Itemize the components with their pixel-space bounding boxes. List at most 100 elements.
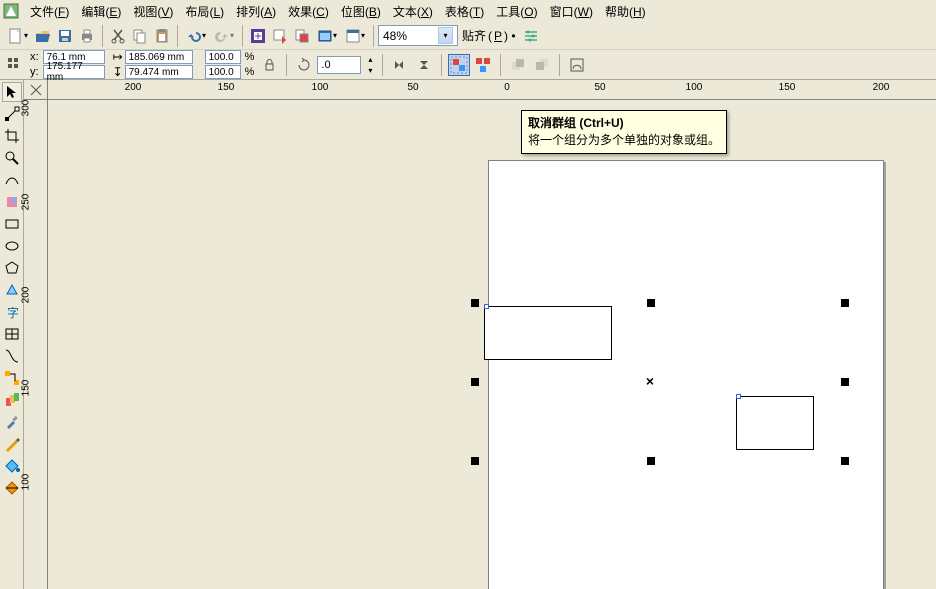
menu-help[interactable]: 帮助(H) xyxy=(599,0,652,23)
selection-handle[interactable] xyxy=(471,299,479,307)
toolbox: 字 xyxy=(0,80,24,589)
ruler-tick: 100 xyxy=(21,472,32,492)
fill-tool[interactable] xyxy=(2,456,22,476)
interactive-fill-tool[interactable] xyxy=(2,478,22,498)
selection-handle[interactable] xyxy=(647,457,655,465)
selection-handle[interactable] xyxy=(647,299,655,307)
selection-handle[interactable] xyxy=(841,457,849,465)
rectangle-shape[interactable] xyxy=(484,306,612,360)
publish-button[interactable] xyxy=(291,25,313,47)
drawing-canvas[interactable]: × xyxy=(48,100,936,589)
snap-to-menu[interactable]: 贴齐(P) • xyxy=(458,27,520,44)
to-back-button[interactable] xyxy=(531,54,553,76)
redo-button[interactable]: ▾ xyxy=(210,25,238,47)
rectangle-shape[interactable] xyxy=(736,396,814,450)
ruler-tick: 50 xyxy=(594,82,605,93)
mirror-horizontal-button[interactable] xyxy=(389,54,411,76)
to-front-button[interactable] xyxy=(507,54,529,76)
menu-layout[interactable]: 布局(L) xyxy=(179,0,230,23)
options-button[interactable] xyxy=(520,25,542,47)
app-launcher-button[interactable]: ▾ xyxy=(313,25,341,47)
menu-view[interactable]: 视图(V) xyxy=(127,0,179,23)
object-origin-marker xyxy=(484,304,489,309)
horizontal-ruler[interactable]: 20015010050050100150200 xyxy=(48,80,936,100)
save-button[interactable] xyxy=(54,25,76,47)
vertical-ruler[interactable]: 300250200150100 xyxy=(24,100,48,589)
selection-handle[interactable] xyxy=(841,299,849,307)
selection-handle[interactable] xyxy=(471,378,479,386)
menu-file[interactable]: 文件(F) xyxy=(24,0,75,23)
cut-button[interactable] xyxy=(107,25,129,47)
workspace: 20015010050050100150200 300250200150100 … xyxy=(24,80,936,589)
text-tool[interactable]: 字 xyxy=(2,302,22,322)
table-tool[interactable] xyxy=(2,324,22,344)
standard-toolbar: ▾ ▾ ▾ ▾ ▾ 48% ▾ 贴齐(P) • xyxy=(0,22,936,50)
svg-text:字: 字 xyxy=(7,305,19,320)
connector-tool[interactable] xyxy=(2,368,22,388)
ruler-origin[interactable] xyxy=(24,80,48,100)
outline-tool[interactable] xyxy=(2,434,22,454)
height-icon: ↧ xyxy=(113,65,123,79)
rectangle-tool[interactable] xyxy=(2,214,22,234)
pick-tool[interactable] xyxy=(2,82,22,102)
eyedropper-tool[interactable] xyxy=(2,412,22,432)
tooltip: 取消群组 (Ctrl+U) 将一个组分为多个单独的对象或组。 xyxy=(521,110,727,154)
open-button[interactable] xyxy=(32,25,54,47)
basic-shapes-tool[interactable] xyxy=(2,280,22,300)
menu-tools[interactable]: 工具(O) xyxy=(490,0,543,23)
width-icon: ↦ xyxy=(113,50,123,64)
selection-center[interactable]: × xyxy=(646,373,654,389)
zoom-level-select[interactable]: 48% ▾ xyxy=(378,25,458,46)
import-button[interactable] xyxy=(247,25,269,47)
freehand-tool[interactable] xyxy=(2,170,22,190)
ellipse-tool[interactable] xyxy=(2,236,22,256)
selection-handle[interactable] xyxy=(841,378,849,386)
ungroup-all-button[interactable] xyxy=(472,54,494,76)
menu-effects[interactable]: 效果(C) xyxy=(282,0,335,23)
tooltip-title: 取消群组 (Ctrl+U) xyxy=(528,115,720,132)
undo-button[interactable]: ▾ xyxy=(182,25,210,47)
width-input[interactable]: 185.069 mm xyxy=(125,50,193,64)
menu-bitmap[interactable]: 位图(B) xyxy=(335,0,387,23)
smart-fill-tool[interactable] xyxy=(2,192,22,212)
ruler-tick: 150 xyxy=(218,82,235,93)
y-label: y: xyxy=(28,66,41,78)
menu-text[interactable]: 文本(X) xyxy=(387,0,439,23)
new-button[interactable]: ▾ xyxy=(4,25,32,47)
rotation-spin-up[interactable]: ▴ xyxy=(364,54,376,64)
selection-handle[interactable] xyxy=(471,457,479,465)
app-logo xyxy=(2,2,20,20)
export-button[interactable] xyxy=(269,25,291,47)
convert-to-curves-button[interactable] xyxy=(566,54,588,76)
menu-edit[interactable]: 编辑(E) xyxy=(75,0,127,23)
y-position-input[interactable]: 175.177 mm xyxy=(43,65,105,79)
menu-table[interactable]: 表格(T) xyxy=(439,0,490,23)
height-input[interactable]: 79.474 mm xyxy=(125,65,193,79)
menu-window[interactable]: 窗口(W) xyxy=(544,0,599,23)
dimension-tool[interactable] xyxy=(2,346,22,366)
copy-button[interactable] xyxy=(129,25,151,47)
property-bar: x:76.1 mm y:175.177 mm ↦185.069 mm ↧79.4… xyxy=(0,50,936,80)
zoom-tool[interactable] xyxy=(2,148,22,168)
scale-y-input[interactable]: 100.0 xyxy=(205,65,241,79)
rotation-icon xyxy=(293,54,315,76)
menu-arrange[interactable]: 排列(A) xyxy=(230,0,282,23)
shape-tool[interactable] xyxy=(2,104,22,124)
rotation-input[interactable]: .0 xyxy=(317,56,361,74)
interactive-blend-tool[interactable] xyxy=(2,390,22,410)
welcome-screen-button[interactable]: ▾ xyxy=(341,25,369,47)
mirror-vertical-button[interactable] xyxy=(413,54,435,76)
ruler-tick: 250 xyxy=(21,192,32,212)
lock-ratio-button[interactable] xyxy=(258,54,280,76)
object-origin-marker xyxy=(736,394,741,399)
polygon-tool[interactable] xyxy=(2,258,22,278)
scale-x-input[interactable]: 100.0 xyxy=(205,50,241,64)
crop-tool[interactable] xyxy=(2,126,22,146)
ruler-tick: 300 xyxy=(21,98,32,118)
ruler-tick: 150 xyxy=(21,378,32,398)
paste-button[interactable] xyxy=(151,25,173,47)
zoom-dropdown-icon[interactable]: ▾ xyxy=(438,27,453,44)
print-button[interactable] xyxy=(76,25,98,47)
ungroup-button[interactable] xyxy=(448,54,470,76)
rotation-spin-down[interactable]: ▾ xyxy=(364,65,376,75)
